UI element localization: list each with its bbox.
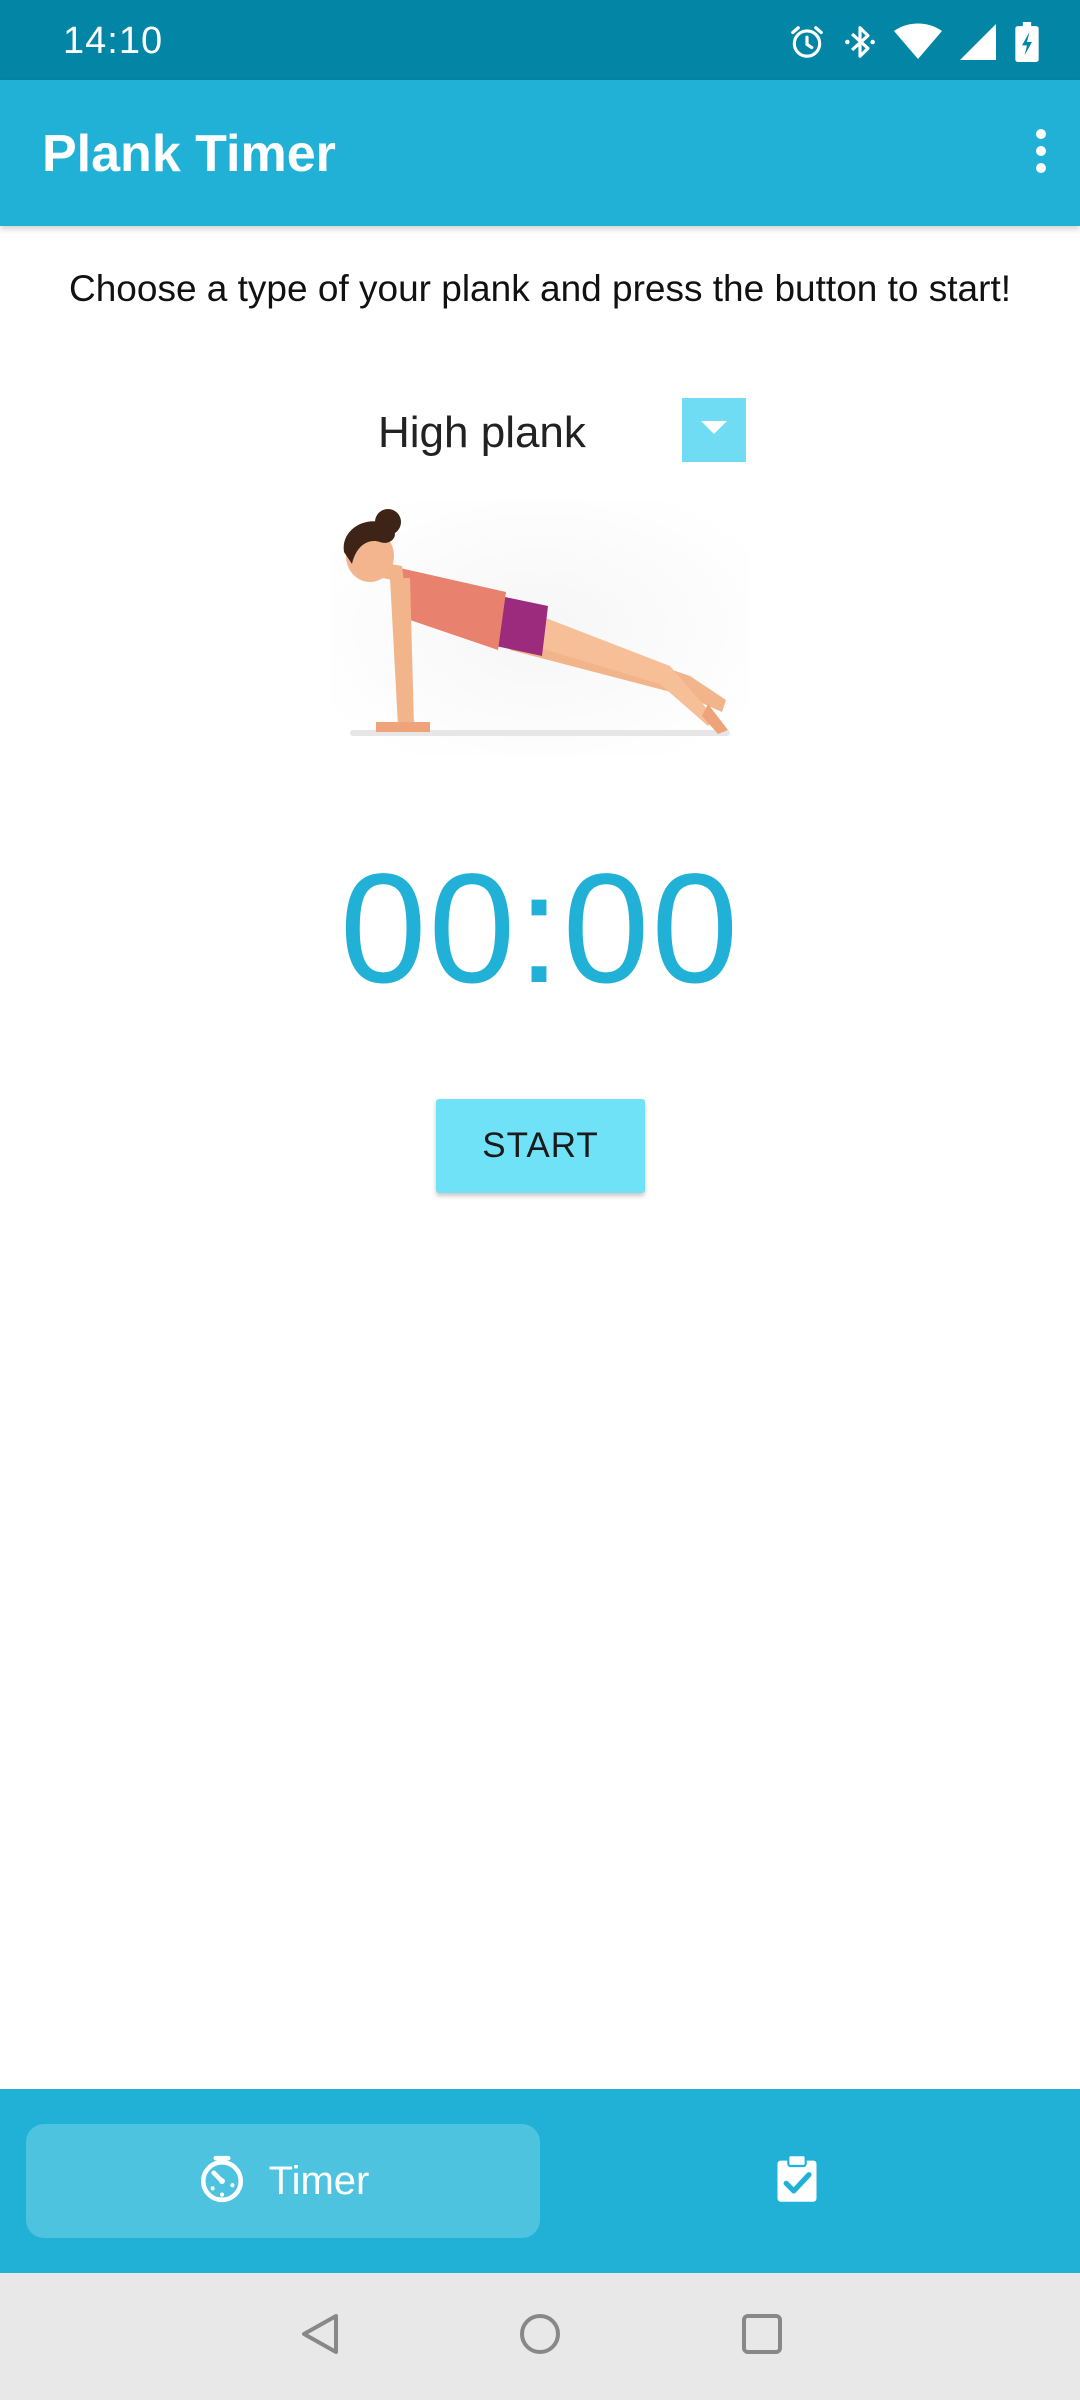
status-bar: 14:10 (0, 0, 1080, 80)
bluetooth-icon (844, 23, 876, 61)
app-bar: Plank Timer (0, 80, 1080, 226)
caret-down-icon (701, 420, 727, 440)
status-time: 14:10 (63, 20, 164, 62)
nav-item-timer-label: Timer (268, 2158, 370, 2203)
start-button[interactable]: START (436, 1099, 645, 1193)
home-icon (518, 2312, 562, 2361)
plank-illustration (330, 500, 750, 756)
system-navigation-bar (0, 2273, 1080, 2400)
plank-type-value: High plank (378, 408, 586, 457)
nav-item-results[interactable] (740, 2124, 854, 2238)
more-vert-icon (1034, 128, 1048, 179)
bottom-navigation: Timer (0, 2089, 1080, 2273)
dropdown-button[interactable] (682, 398, 746, 462)
plank-timer-screen: 14:10 Plank Timer Choose a type of your … (0, 0, 1080, 2400)
battery-charging-icon (1014, 22, 1040, 62)
alarm-icon (788, 23, 826, 61)
stopwatch-icon (197, 2154, 247, 2209)
clipboard-check-icon (771, 2153, 823, 2210)
app-title: Plank Timer (42, 125, 336, 183)
timer-display: 00:00 (339, 842, 741, 1016)
nav-item-timer[interactable]: Timer (26, 2124, 540, 2238)
status-icons (788, 22, 1040, 62)
system-back-button[interactable] (285, 2301, 355, 2371)
system-home-button[interactable] (505, 2301, 575, 2371)
plank-type-dropdown[interactable]: High plank (360, 396, 750, 466)
instructions-text: Choose a type of your plank and press th… (68, 268, 1012, 309)
system-recents-button[interactable] (727, 2301, 797, 2371)
wifi-icon (894, 23, 942, 61)
recents-icon (741, 2313, 783, 2360)
more-options-button[interactable] (1008, 118, 1074, 188)
signal-icon (960, 24, 996, 60)
back-icon (300, 2312, 340, 2361)
